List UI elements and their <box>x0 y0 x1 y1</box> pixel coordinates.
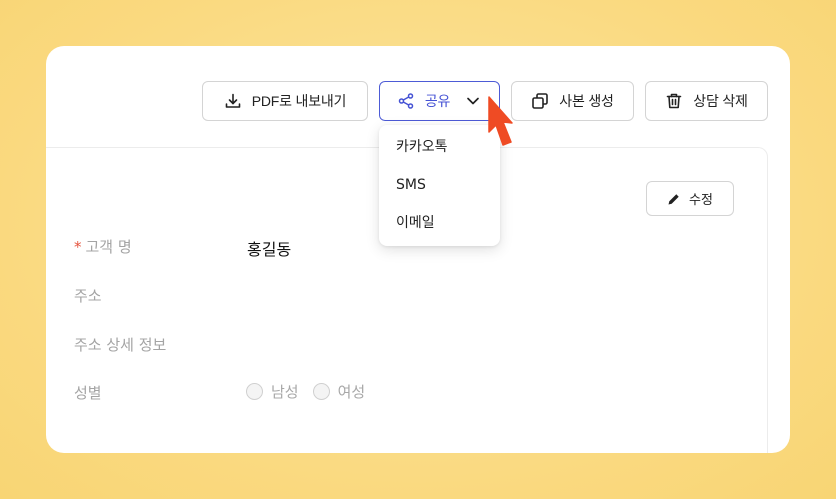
share-button[interactable]: 공유 <box>379 81 500 121</box>
radio-circle[interactable] <box>312 383 330 400</box>
trash-icon <box>666 93 682 109</box>
create-copy-label: 사본 생성 <box>559 93 614 109</box>
address-detail-label: 주소 상세 정보 <box>74 336 167 354</box>
pointer-arrow-icon <box>488 96 513 146</box>
export-pdf-button[interactable]: PDF로 내보내기 <box>202 81 368 121</box>
download-icon <box>225 93 241 108</box>
create-copy-button[interactable]: 사본 생성 <box>511 81 634 121</box>
export-pdf-label: PDF로 내보내기 <box>251 93 347 109</box>
edit-button[interactable]: 수정 <box>646 181 734 216</box>
share-menu-item-email[interactable]: 이메일 <box>379 213 500 251</box>
radio-circle[interactable] <box>246 383 263 400</box>
edit-label: 수정 <box>689 192 713 207</box>
share-menu-item-sms[interactable]: SMS <box>379 175 500 213</box>
required-mark: * <box>74 238 82 256</box>
customer-name-label: * 고객 명 <box>74 238 132 256</box>
gender-label: 성별 <box>74 384 102 402</box>
delete-consultation-button[interactable]: 상담 삭제 <box>645 81 768 121</box>
share-label: 공유 <box>424 93 451 109</box>
copy-icon <box>532 93 549 109</box>
share-dropdown-menu: 카카오톡 SMS 이메일 <box>379 125 500 246</box>
chevron-down-icon <box>467 97 480 105</box>
gender-radio-group: 남성 여성 <box>246 381 379 402</box>
share-menu-item-kakaotalk[interactable]: 카카오톡 <box>379 137 500 175</box>
share-icon <box>398 93 414 109</box>
customer-name-value: 홍길동 <box>247 240 292 259</box>
gender-radio-male[interactable]: 남성 <box>246 381 299 402</box>
delete-consultation-label: 상담 삭제 <box>693 93 748 109</box>
pencil-icon <box>668 193 680 204</box>
address-label: 주소 <box>74 287 102 305</box>
gender-radio-female[interactable]: 여성 <box>312 381 365 402</box>
